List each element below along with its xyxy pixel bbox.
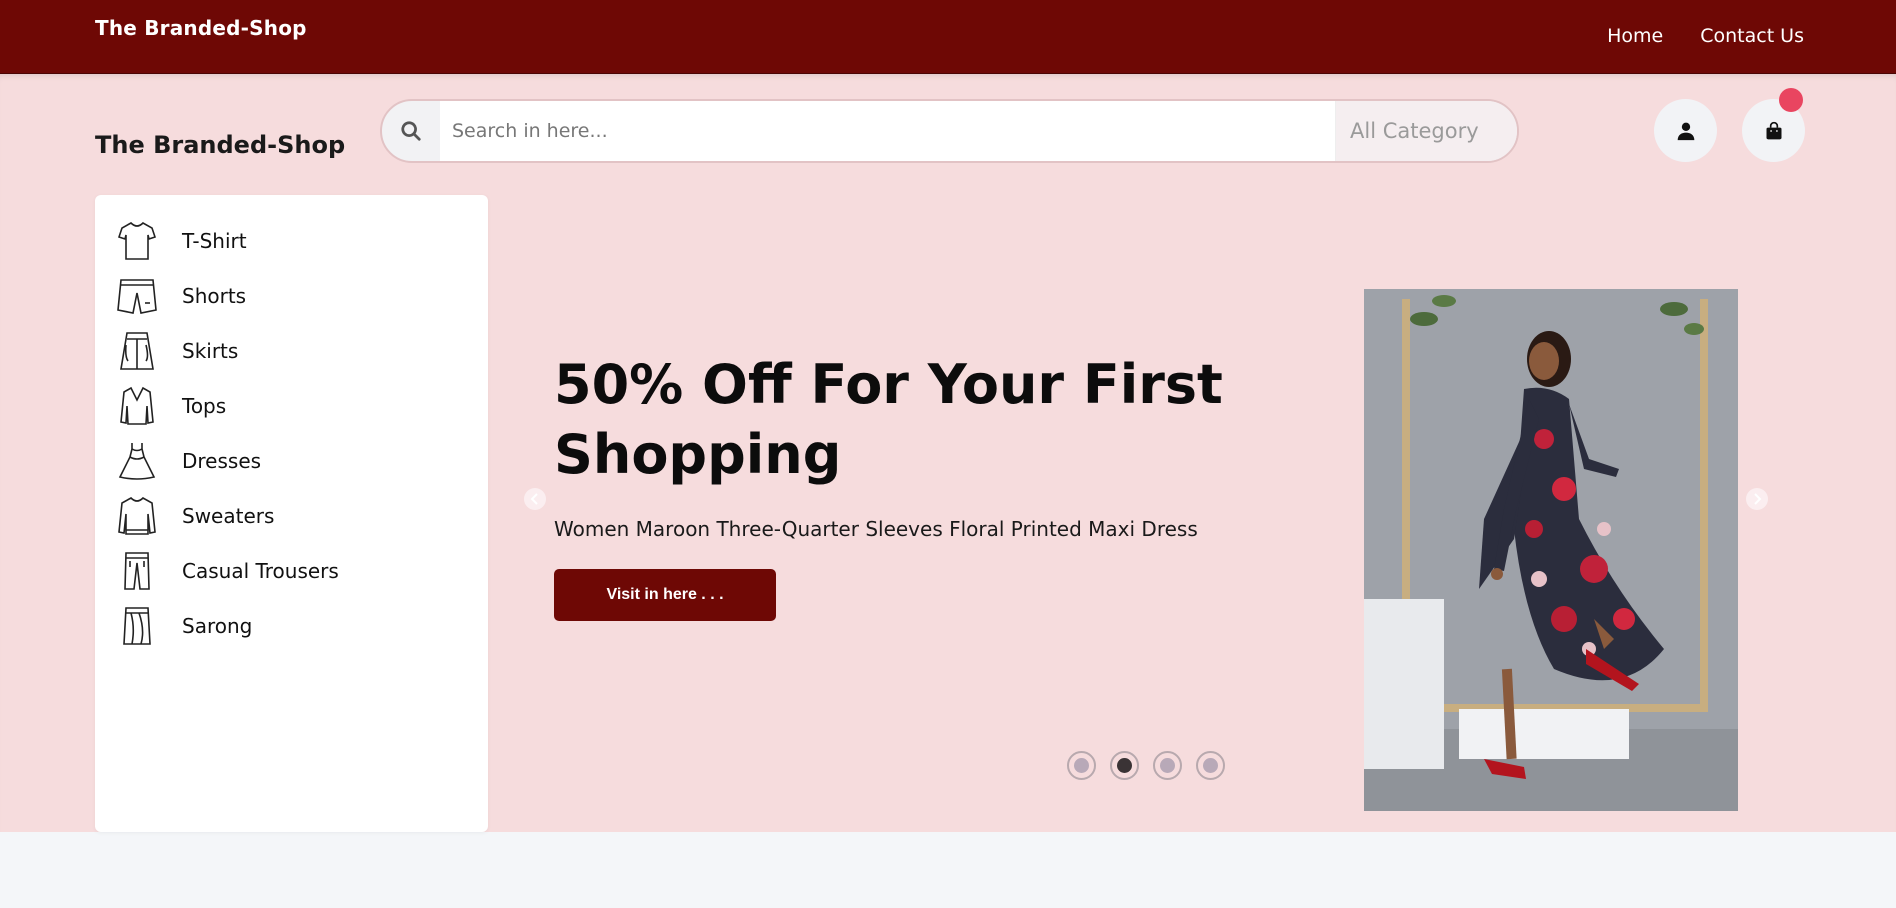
category-select[interactable]: All Category — [1335, 101, 1517, 161]
sweater-icon — [117, 496, 157, 536]
carousel-dot-4[interactable] — [1196, 751, 1225, 780]
carousel-dot-2[interactable] — [1110, 751, 1139, 780]
category-label: Casual Trousers — [182, 559, 339, 583]
category-label: T-Shirt — [182, 229, 247, 253]
category-item-tops[interactable]: Tops — [117, 382, 457, 430]
carousel-dot-3[interactable] — [1153, 751, 1182, 780]
carousel-dots — [1067, 751, 1225, 780]
sarong-icon — [117, 606, 157, 646]
category-label: Shorts — [182, 284, 247, 308]
category-label: Dresses — [182, 449, 262, 473]
search-bar: All Category — [380, 99, 1519, 163]
category-label: Sarong — [182, 614, 253, 638]
carousel-dot-1[interactable] — [1067, 751, 1096, 780]
cart-count-badge — [1779, 88, 1803, 112]
next-section — [0, 832, 1896, 908]
category-item-tshirt[interactable]: T-Shirt — [117, 217, 457, 265]
dress-icon — [117, 441, 157, 481]
shorts-icon — [117, 276, 157, 316]
carousel-next-button[interactable] — [1746, 488, 1768, 510]
chevron-right-icon — [1754, 493, 1762, 505]
navbar-links: Home Contact Us — [1607, 25, 1804, 47]
category-item-sarong[interactable]: Sarong — [117, 602, 457, 650]
tshirt-icon — [117, 221, 157, 261]
search-input[interactable] — [440, 101, 1335, 161]
user-icon — [1677, 122, 1694, 140]
search-icon[interactable] — [382, 101, 440, 161]
top-navbar: The Branded-Shop Home Contact Us — [0, 0, 1896, 74]
hero-subtitle: Women Maroon Three-Quarter Sleeves Flora… — [554, 517, 1198, 541]
category-item-dresses[interactable]: Dresses — [117, 437, 457, 485]
shopping-bag-icon — [1766, 121, 1781, 139]
category-label: Sweaters — [182, 504, 275, 528]
category-label: Skirts — [182, 339, 239, 363]
skirt-icon — [117, 331, 157, 371]
hero-product-image — [1364, 289, 1738, 811]
category-item-sweaters[interactable]: Sweaters — [117, 492, 457, 540]
navbar-brand[interactable]: The Branded-Shop — [95, 16, 307, 40]
user-account-button[interactable] — [1654, 99, 1717, 162]
category-label: Tops — [182, 394, 227, 418]
category-item-skirts[interactable]: Skirts — [117, 327, 457, 375]
site-logo[interactable]: The Branded-Shop — [95, 131, 345, 159]
category-sidebar: T-Shirt Shorts Skirts Tops Dresses Sweat… — [95, 195, 488, 832]
category-item-casual-trousers[interactable]: Casual Trousers — [117, 547, 457, 595]
nav-link-home[interactable]: Home — [1607, 25, 1663, 47]
trousers-icon — [117, 551, 157, 591]
visit-button[interactable]: Visit in here . . . — [554, 569, 776, 621]
chevron-left-icon — [530, 493, 538, 505]
hero-title: 50% Off For Your First Shopping — [554, 353, 1223, 486]
category-item-shorts[interactable]: Shorts — [117, 272, 457, 320]
top-icon — [117, 386, 157, 426]
nav-link-contact-us[interactable]: Contact Us — [1700, 25, 1804, 47]
carousel-prev-button[interactable] — [524, 488, 546, 510]
